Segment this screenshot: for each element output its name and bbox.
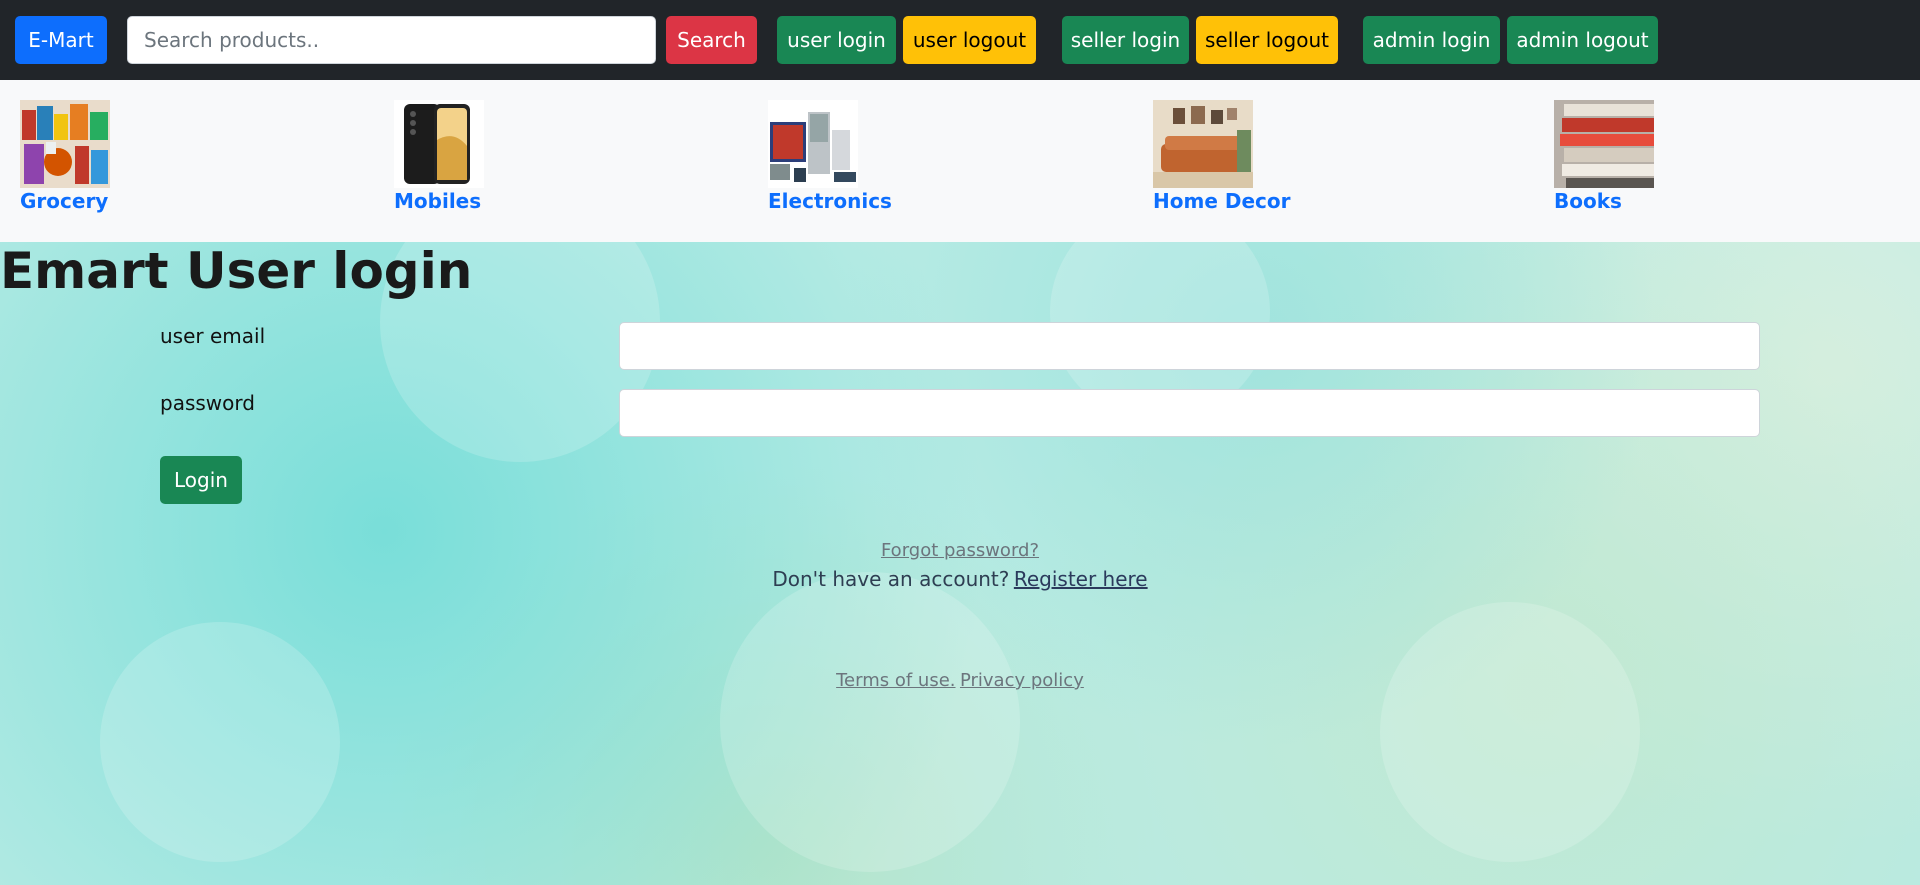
no-account-text: Don't have an account? — [772, 567, 1010, 591]
category-home-decor[interactable]: Home Decor — [1153, 100, 1290, 213]
forgot-password-link[interactable]: Forgot password? — [881, 540, 1039, 561]
login-button[interactable]: Login — [160, 456, 242, 504]
background-bokeh — [720, 572, 1020, 872]
home-decor-image[interactable] — [1153, 100, 1253, 188]
electronics-image[interactable] — [768, 100, 858, 188]
email-label: user email — [160, 324, 266, 348]
admin-logout-button[interactable]: admin logout — [1507, 16, 1658, 64]
category-electronics[interactable]: Electronics — [768, 100, 892, 213]
user-logout-button[interactable]: user logout — [903, 16, 1036, 64]
background-bokeh — [100, 622, 340, 862]
privacy-link[interactable]: Privacy policy — [960, 670, 1084, 691]
search-button[interactable]: Search — [666, 16, 757, 64]
category-books[interactable]: Books — [1554, 100, 1654, 213]
terms-link[interactable]: Terms of use. — [836, 670, 955, 691]
email-field[interactable] — [619, 322, 1760, 370]
footer-links: Terms of use. Privacy policy — [0, 670, 1920, 691]
brand-button[interactable]: E-Mart — [15, 16, 107, 64]
search-input[interactable]: Search products.. — [127, 16, 656, 64]
top-navbar: E-Mart Search products.. Search user log… — [0, 0, 1920, 80]
category-label[interactable]: Electronics — [768, 189, 892, 213]
register-row: Don't have an account? Register here — [0, 567, 1920, 591]
books-image[interactable] — [1554, 100, 1654, 188]
background-bokeh — [1380, 602, 1640, 862]
admin-login-button[interactable]: admin login — [1363, 16, 1500, 64]
password-field[interactable] — [619, 389, 1760, 437]
grocery-image[interactable] — [20, 100, 110, 188]
user-login-button[interactable]: user login — [777, 16, 896, 64]
category-label[interactable]: Books — [1554, 189, 1654, 213]
category-label[interactable]: Grocery — [20, 189, 110, 213]
forgot-password-row: Forgot password? — [0, 540, 1920, 561]
password-label: password — [160, 391, 255, 415]
seller-logout-button[interactable]: seller logout — [1196, 16, 1338, 64]
page-title: Emart User login — [0, 242, 473, 300]
category-grocery[interactable]: Grocery — [20, 100, 110, 213]
login-section: Emart User login user email password Log… — [0, 242, 1920, 885]
category-label[interactable]: Home Decor — [1153, 189, 1290, 213]
mobile-phone-image[interactable] — [394, 100, 484, 188]
category-mobiles[interactable]: Mobiles — [394, 100, 484, 213]
category-label[interactable]: Mobiles — [394, 189, 484, 213]
category-bar: Grocery Mobiles Electronics Home Decor B… — [0, 80, 1920, 242]
seller-login-button[interactable]: seller login — [1062, 16, 1189, 64]
register-link[interactable]: Register here — [1014, 567, 1148, 591]
